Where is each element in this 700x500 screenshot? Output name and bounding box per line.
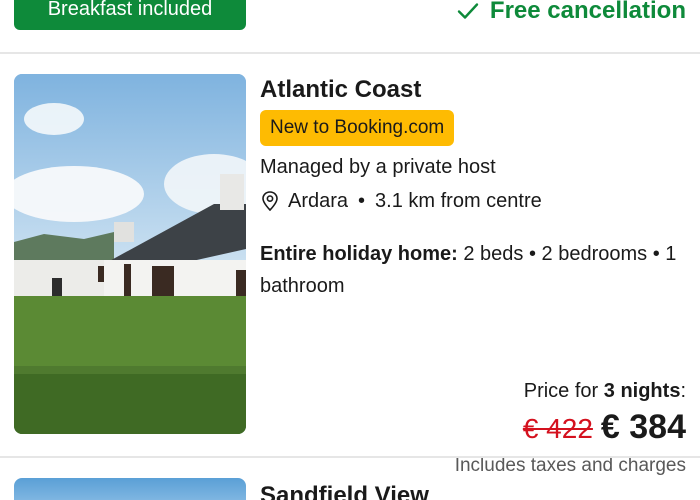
location-line[interactable]: Ardara • 3.1 km from centre [260,186,690,216]
price-row: € 422 € 384 [256,408,686,447]
price-label-suffix: : [680,380,686,402]
next-property-card[interactable]: Sandfield View [0,458,700,500]
location-distance: 3.1 km from centre [375,190,542,212]
free-cancellation-label: Free cancellation [456,0,686,28]
new-to-booking-badge: New to Booking.com [260,110,455,146]
property-photo[interactable] [14,74,246,434]
next-property-title[interactable]: Sandfield View [260,480,429,500]
original-price: € 422 [522,413,593,444]
price-label-nights: 3 nights [603,380,681,402]
price-label: Price for 3 nights: [256,376,686,406]
location-town: Ardara [288,190,349,212]
property-info: Atlantic Coast New to Booking.com Manage… [260,74,690,302]
checkmark-icon [457,3,479,19]
property-title[interactable]: Atlantic Coast [260,74,690,106]
unit-type: Entire holiday home: [260,243,458,265]
next-property-photo[interactable] [14,478,246,500]
discounted-price: € 384 [600,408,686,446]
property-card[interactable]: Atlantic Coast New to Booking.com Manage… [0,56,700,476]
location-separator: • [358,190,366,212]
previous-listing-footer: Breakfast included Free cancellation [0,0,700,54]
map-pin-icon [262,191,278,212]
free-cancellation-text: Free cancellation [489,0,686,24]
price-label-prefix: Price for [523,380,599,402]
unit-details: Entire holiday home: 2 beds • 2 bedrooms… [260,238,690,302]
breakfast-included-badge: Breakfast included [14,0,246,30]
host-info: Managed by a private host [260,156,496,178]
